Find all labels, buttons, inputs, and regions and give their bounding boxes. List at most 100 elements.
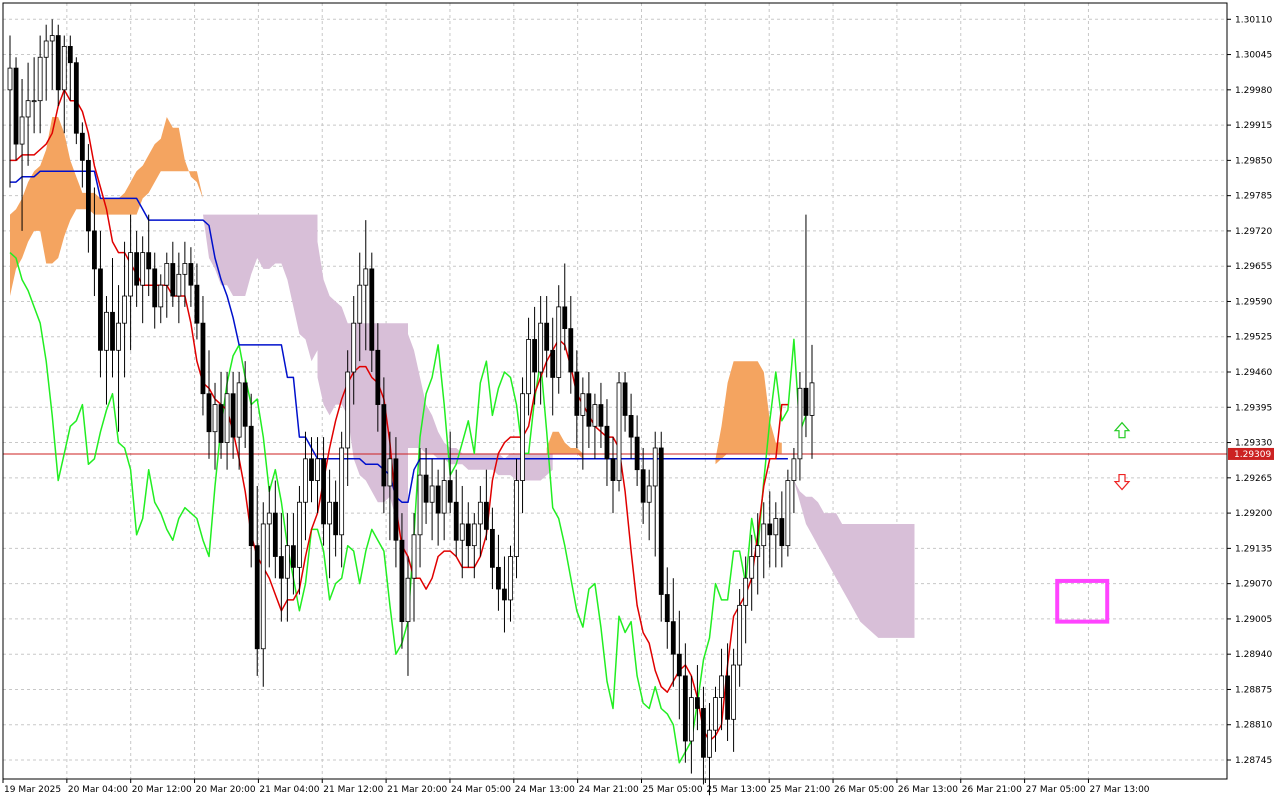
- bear-candle-body: [73, 62, 79, 134]
- bear-candle-body: [628, 415, 634, 438]
- bull-candle-body: [128, 252, 134, 297]
- y-tick-label: 1.28940: [1235, 650, 1272, 660]
- y-tick-label: 1.29135: [1235, 544, 1272, 554]
- bull-candle-body: [327, 501, 332, 525]
- bull-candle-body: [140, 252, 146, 286]
- x-tick-label: 24 Mar 05:00: [451, 785, 511, 795]
- y-tick-label: 1.29265: [1235, 474, 1272, 484]
- bull-candle-body: [411, 534, 417, 579]
- bull-candle-body: [520, 393, 525, 481]
- bear-candle-body: [610, 458, 616, 481]
- bear-candle-body: [369, 268, 375, 351]
- bull-candle-body: [339, 447, 345, 536]
- bull-candle-body: [471, 523, 477, 547]
- bull-candle-body: [176, 273, 182, 297]
- y-tick-label: 1.29460: [1235, 368, 1272, 378]
- bull-candle-body: [164, 263, 170, 286]
- bear-candle-body: [779, 518, 785, 547]
- x-tick-label: 21 Mar 20:00: [387, 785, 447, 795]
- x-tick-label: 24 Mar 13:00: [515, 785, 575, 795]
- x-tick-label: 20 Mar 04:00: [68, 785, 128, 795]
- y-tick-label: 1.29720: [1235, 227, 1272, 237]
- bear-candle-body: [13, 67, 19, 145]
- x-tick-label: 25 Mar 05:00: [643, 785, 703, 795]
- y-tick-label: 1.29915: [1235, 121, 1272, 131]
- bear-candle-body: [92, 230, 97, 270]
- bear-candle-body: [188, 263, 194, 286]
- x-tick-label: 25 Mar 21:00: [770, 785, 830, 795]
- y-tick-label: 1.30110: [1235, 15, 1272, 25]
- bear-candle-body: [568, 328, 574, 373]
- bear-candle-body: [701, 708, 706, 758]
- y-tick-label: 1.29590: [1235, 297, 1272, 307]
- bear-candle-body: [598, 404, 604, 427]
- bull-candle-body: [405, 577, 411, 623]
- y-tick-label: 1.29005: [1235, 615, 1272, 625]
- bull-candle-body: [182, 263, 188, 275]
- bear-candle-body: [79, 132, 85, 161]
- bull-candle-body: [556, 306, 562, 378]
- bull-candle-body: [538, 322, 544, 373]
- bear-candle-body: [640, 469, 646, 503]
- bear-candle-body: [333, 501, 339, 536]
- bull-candle-body: [809, 382, 815, 416]
- bear-candle-body: [248, 425, 254, 547]
- x-tick-label: 21 Mar 04:00: [259, 785, 319, 795]
- bull-candle-body: [737, 604, 743, 666]
- candle: [785, 469, 791, 557]
- bear-candle-body: [682, 675, 688, 742]
- bull-candle-body: [580, 393, 586, 416]
- y-tick-label: 1.29655: [1235, 262, 1272, 272]
- bear-candle-body: [670, 621, 676, 655]
- x-tick-label: 24 Mar 21:00: [579, 785, 639, 795]
- bear-candle-body: [423, 474, 429, 503]
- bull-candle-body: [284, 545, 290, 579]
- y-tick-label: 1.29980: [1235, 86, 1272, 96]
- bull-candle-body: [351, 322, 357, 373]
- x-tick-label: 26 Mar 13:00: [898, 785, 958, 795]
- bull-candle-body: [43, 40, 49, 58]
- bear-candle-body: [767, 523, 773, 536]
- price-chart[interactable]: 1.30110 1.30045 1.29980 1.29915 1.29850 1.297…: [0, 0, 1280, 800]
- bull-candle-body: [616, 382, 622, 481]
- x-tick-label: 19 Mar 2025: [4, 785, 61, 795]
- bear-candle-body: [110, 311, 115, 351]
- x-tick-label: 20 Mar 12:00: [132, 785, 192, 795]
- chart-canvas[interactable]: 1.30110 1.30045 1.29980 1.29915 1.29850 1.297…: [0, 0, 1280, 800]
- bull-candle-body: [707, 729, 712, 758]
- bull-candle-body: [459, 523, 465, 541]
- bear-candle-body: [574, 371, 580, 416]
- bull-candle-body: [122, 295, 127, 324]
- bull-candle-body: [236, 382, 242, 438]
- bull-candle-body: [315, 458, 320, 481]
- bear-candle-body: [242, 382, 248, 427]
- bull-candle-body: [19, 116, 25, 145]
- bear-candle-body: [604, 425, 610, 460]
- bear-candle-body: [230, 393, 236, 438]
- bull-candle-body: [7, 67, 13, 91]
- candle: [73, 57, 79, 145]
- candle: [658, 431, 664, 622]
- bear-candle-body: [254, 545, 260, 650]
- y-tick-label: 1.29785: [1235, 192, 1272, 202]
- bear-candle-body: [321, 458, 326, 525]
- bear-candle-body: [399, 539, 405, 623]
- y-tick-label: 1.28810: [1235, 721, 1272, 731]
- bull-candle-body: [785, 480, 791, 547]
- bull-candle-body: [688, 697, 694, 742]
- bear-candle-body: [435, 485, 441, 514]
- bear-candle-body: [658, 447, 664, 595]
- bull-candle-body: [477, 501, 483, 525]
- bull-candle-body: [646, 485, 652, 503]
- bull-candle-body: [31, 100, 37, 103]
- bull-candle-body: [25, 100, 31, 118]
- x-tick-label: 27 Mar 05:00: [1026, 785, 1086, 795]
- bear-candle-body: [725, 675, 730, 720]
- bear-candle-body: [55, 35, 61, 91]
- bear-candle-body: [803, 387, 809, 416]
- bear-candle-body: [496, 566, 501, 590]
- bull-candle-body: [652, 447, 658, 487]
- bull-candle-body: [773, 518, 779, 536]
- bear-candle-body: [465, 523, 471, 547]
- bull-candle-body: [713, 697, 718, 731]
